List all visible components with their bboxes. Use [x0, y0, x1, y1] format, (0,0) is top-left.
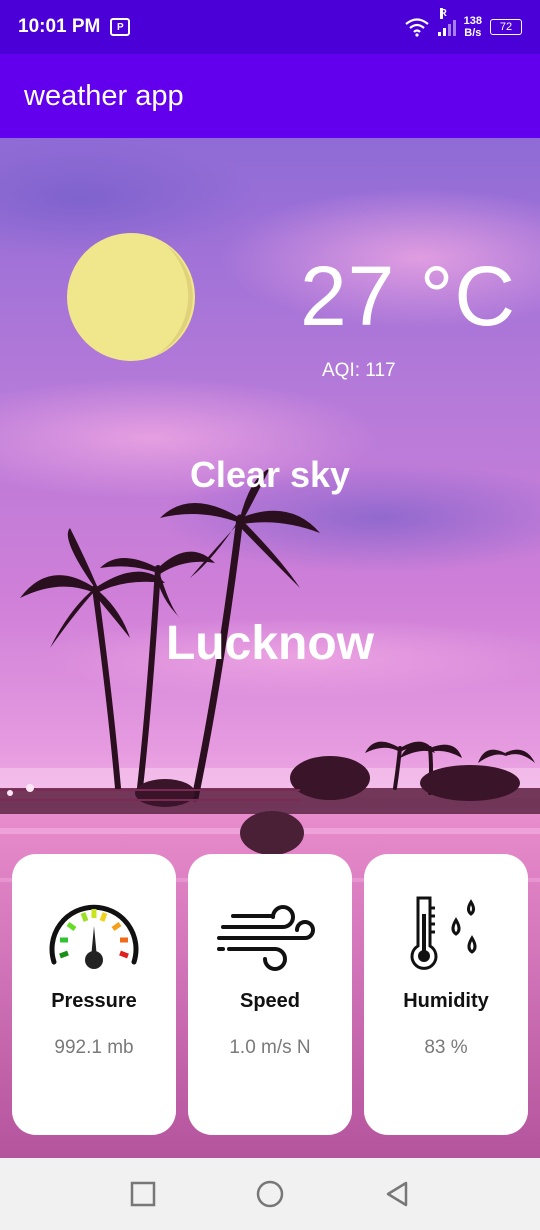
app-bar: weather app — [0, 54, 540, 138]
back-button[interactable] — [382, 1179, 412, 1209]
humidity-card: Humidity 83 % — [364, 854, 528, 1135]
battery-level: 72 — [499, 21, 513, 33]
thermometer-drops-icon — [410, 896, 477, 970]
sim-badge-icon: P — [110, 18, 131, 36]
weather-screen: 10:01 PM P R 138 B/s 72 weather app 27 °… — [0, 0, 540, 1230]
battery-icon: 72 — [490, 19, 522, 35]
gauge-icon — [49, 904, 139, 969]
back-icon — [386, 1181, 407, 1207]
wifi-icon — [404, 18, 429, 37]
home-button[interactable] — [255, 1179, 285, 1209]
humidity-value: 83 % — [424, 1037, 468, 1058]
recents-button[interactable] — [128, 1179, 158, 1209]
pressure-label: Pressure — [51, 990, 137, 1012]
aqi-value: AQI: 117 — [322, 360, 396, 381]
pressure-card: Pressure 992.1 mb — [12, 854, 176, 1135]
sun-icon — [66, 233, 196, 361]
net-speed-unit: B/s — [464, 27, 482, 39]
speed-label: Speed — [239, 990, 301, 1012]
signal-icon: R — [437, 8, 456, 36]
temperature: 27 °C — [299, 249, 516, 343]
home-icon — [256, 1180, 284, 1208]
humidity-label: Humidity — [403, 990, 489, 1012]
city-name: Lucknow — [165, 617, 374, 670]
weather-condition: Clear sky — [189, 454, 351, 495]
recents-icon — [131, 1181, 156, 1207]
speed-card: Speed 1.0 m/s N — [188, 854, 352, 1135]
status-indicators: R 138 B/s 72 — [404, 8, 522, 39]
app-title: weather app — [24, 79, 184, 112]
net-speed: 138 B/s — [464, 15, 482, 39]
pressure-value: 992.1 mb — [54, 1037, 134, 1058]
signal-roaming-label: R — [439, 8, 447, 19]
wind-icon — [217, 905, 315, 971]
speed-value: 1.0 m/s N — [229, 1037, 311, 1058]
status-time: 10:01 PM — [18, 16, 101, 37]
status-bar: 10:01 PM P R 138 B/s 72 — [0, 0, 540, 54]
net-speed-value: 138 — [463, 15, 482, 27]
system-nav-bar — [0, 1158, 540, 1230]
